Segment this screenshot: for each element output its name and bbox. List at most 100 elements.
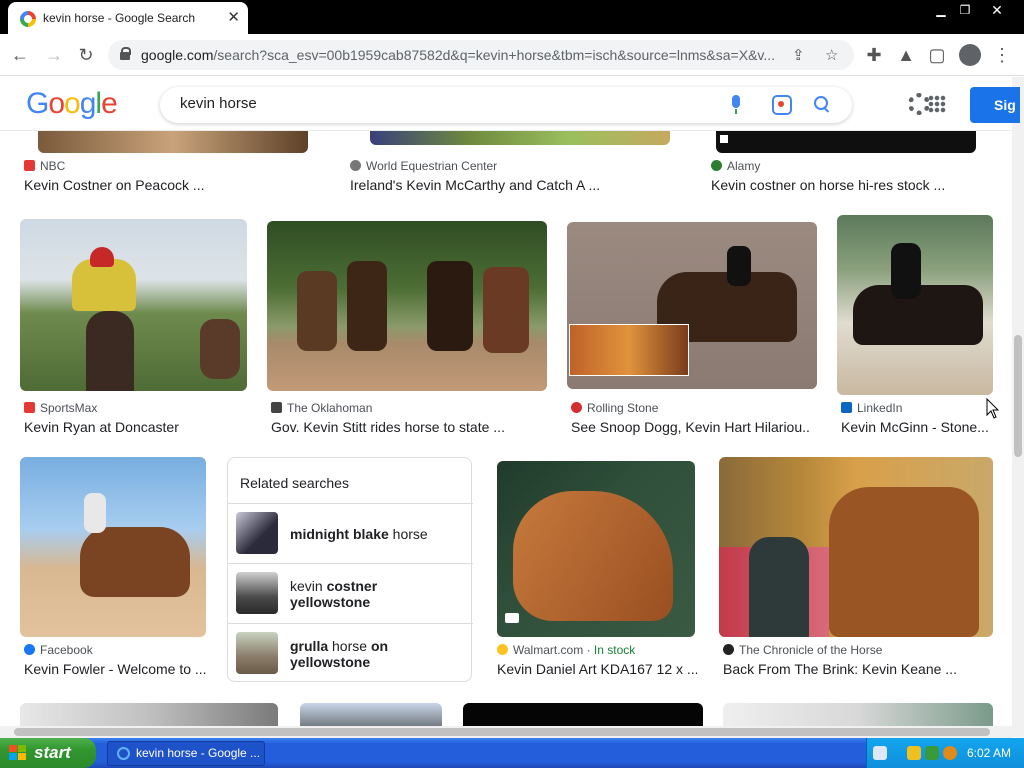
back-icon[interactable]: ←	[10, 45, 30, 65]
result-source[interactable]: SportsMax	[24, 401, 97, 415]
windows-flag-icon	[9, 745, 27, 761]
result-caption[interactable]: Ireland's Kevin McCarthy and Catch A ...	[350, 177, 670, 193]
result-source[interactable]: Alamy	[711, 159, 760, 173]
bookmark-star-icon[interactable]: ☆	[825, 46, 838, 64]
scrollbar-thumb[interactable]	[14, 728, 990, 736]
start-label: start	[34, 743, 71, 762]
sign-in-button[interactable]: Sig	[970, 87, 1020, 123]
result-image-sportsmax[interactable]	[20, 219, 247, 391]
lock-icon[interactable]	[120, 47, 131, 60]
result-image-linkedin[interactable]	[837, 215, 993, 395]
facebook-icon	[24, 644, 35, 655]
result-caption[interactable]: Kevin Fowler - Welcome to ...	[24, 661, 214, 677]
shield-icon[interactable]	[907, 746, 921, 760]
google-favicon-icon	[20, 11, 36, 27]
alamy-icon	[711, 160, 722, 171]
search-input[interactable]	[180, 95, 700, 112]
result-source[interactable]: The Oklahoman	[271, 401, 372, 415]
gear-icon[interactable]	[908, 93, 930, 115]
result-image-oklahoman[interactable]	[267, 221, 547, 391]
related-search-item[interactable]: grulla horse on yellowstone	[228, 623, 473, 683]
keyboard-icon[interactable]	[873, 746, 887, 760]
taskbar-window-label: kevin horse - Google ...	[136, 746, 261, 760]
related-thumb	[236, 572, 278, 614]
related-searches-card: Related searches midnight blake horse ke…	[227, 457, 473, 683]
related-searches-title: Related searches	[240, 475, 349, 491]
tab-strip: kevin horse - Google Search ✕ ▁ ❐ ✕	[0, 0, 1024, 34]
scrollbar-thumb[interactable]	[1014, 335, 1022, 457]
system-tray: 6:02 AM	[866, 738, 1024, 768]
result-caption[interactable]: Kevin costner on horse hi-res stock ...	[711, 177, 1001, 193]
related-search-item[interactable]: kevin costner yellowstone	[228, 563, 473, 623]
browser-icon	[117, 747, 130, 760]
reload-icon[interactable]: ↻	[76, 45, 96, 65]
browser-toolbar: ← → ↻ google.com/search?sca_esv=00b1959c…	[0, 34, 1024, 76]
result-source[interactable]: Rolling Stone	[571, 401, 658, 415]
rolling-stone-icon	[571, 402, 582, 413]
result-image-walmart[interactable]	[497, 461, 695, 637]
chronicle-icon	[723, 644, 734, 655]
menu-kebab-icon[interactable]: ⋮	[992, 45, 1012, 65]
google-header: Google Sig	[0, 77, 1020, 131]
share-icon[interactable]: ⇪	[792, 46, 805, 64]
result-source[interactable]: World Equestrian Center	[350, 159, 497, 173]
start-button[interactable]: start	[0, 738, 96, 768]
result-caption[interactable]: Gov. Kevin Stitt rides horse to state ..…	[271, 419, 521, 435]
result-image-alamy[interactable]	[716, 131, 976, 153]
result-image-world-equestrian[interactable]	[370, 131, 670, 145]
result-caption[interactable]: Kevin Ryan at Doncaster	[24, 419, 254, 435]
horizontal-scrollbar[interactable]	[0, 726, 1012, 738]
result-caption[interactable]: Kevin Costner on Peacock ...	[24, 177, 324, 193]
minimize-icon[interactable]: ▁	[928, 2, 954, 18]
oklahoman-icon	[271, 402, 282, 413]
related-thumb	[236, 512, 278, 554]
mic-icon[interactable]	[730, 95, 742, 115]
result-source[interactable]: LinkedIn	[841, 401, 902, 415]
restore-icon[interactable]: ❐	[952, 2, 978, 18]
profile-avatar-icon[interactable]	[959, 44, 981, 66]
result-image-rolling-stone[interactable]	[567, 222, 817, 389]
result-caption[interactable]: Kevin Daniel Art KDA167 12 x ...	[497, 661, 697, 677]
network-icon[interactable]	[925, 746, 939, 760]
tab-title: kevin horse - Google Search	[43, 11, 196, 25]
walmart-spark-icon	[497, 644, 508, 655]
lab-flask-icon[interactable]: ▲	[896, 45, 916, 65]
apps-grid-icon[interactable]	[928, 95, 946, 113]
search-icon[interactable]	[814, 96, 832, 114]
url-text[interactable]: google.com/search?sca_esv=00b1959cab8758…	[141, 47, 781, 63]
search-tray-icon[interactable]	[943, 746, 957, 760]
result-source[interactable]: Walmart.com · In stock	[497, 643, 635, 657]
result-image-facebook[interactable]	[20, 457, 206, 637]
taskbar: start kevin horse - Google ... 6:02 AM	[0, 738, 1024, 768]
extensions-icon[interactable]: ✚	[864, 45, 884, 65]
mouse-cursor-icon	[986, 398, 1000, 419]
related-thumb	[236, 632, 278, 674]
result-image-nbc[interactable]	[38, 131, 308, 153]
linkedin-icon	[841, 402, 852, 413]
result-caption[interactable]: Kevin McGinn - Stone...	[841, 419, 991, 435]
address-bar[interactable]: google.com/search?sca_esv=00b1959cab8758…	[108, 40, 854, 70]
google-logo[interactable]: Google	[26, 87, 118, 121]
taskbar-window-button[interactable]: kevin horse - Google ...	[107, 741, 265, 766]
search-box[interactable]	[160, 87, 852, 123]
google-lens-icon[interactable]	[772, 95, 792, 115]
side-panel-icon[interactable]: ▢	[927, 45, 947, 65]
close-tab-icon[interactable]: ✕	[227, 8, 240, 26]
browser-tab[interactable]: kevin horse - Google Search ✕	[8, 2, 248, 34]
result-source[interactable]: NBC	[24, 159, 65, 173]
vertical-scrollbar[interactable]	[1012, 77, 1024, 737]
result-caption[interactable]: Back From The Brink: Kevin Keane ...	[723, 661, 993, 677]
result-caption[interactable]: See Snoop Dogg, Kevin Hart Hilariou...	[571, 419, 811, 435]
close-window-icon[interactable]: ✕	[984, 2, 1010, 18]
result-source[interactable]: Facebook	[24, 643, 93, 657]
globe-icon	[350, 160, 361, 171]
sportsmax-icon	[24, 402, 35, 413]
nbc-peacock-icon	[24, 160, 35, 171]
related-search-item[interactable]: midnight blake horse	[228, 503, 473, 563]
result-image-chronicle[interactable]	[719, 457, 993, 637]
image-results-grid: NBC Kevin Costner on Peacock ... World E…	[0, 131, 1012, 737]
clock[interactable]: 6:02 AM	[967, 746, 1011, 760]
forward-icon[interactable]: →	[44, 45, 64, 65]
image-badge-icon	[720, 135, 728, 143]
result-source[interactable]: The Chronicle of the Horse	[723, 643, 882, 657]
